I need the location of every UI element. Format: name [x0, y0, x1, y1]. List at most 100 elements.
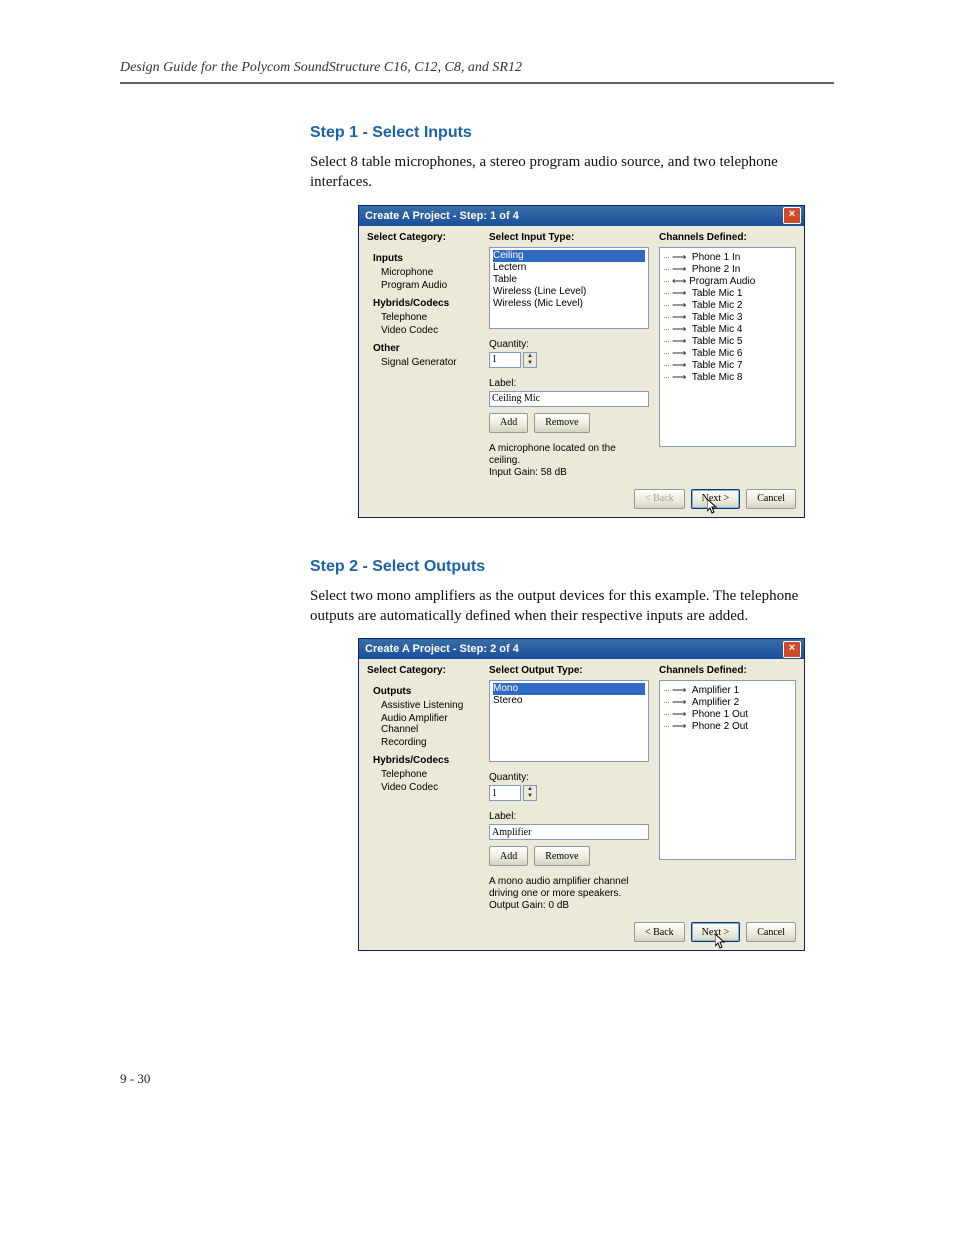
channel-item[interactable]: ⟶ Table Mic 1: [664, 288, 791, 300]
section-heading-step1: Step 1 - Select Inputs: [310, 124, 954, 142]
type-option-ceiling[interactable]: Ceiling: [493, 250, 645, 262]
category-item-telephone[interactable]: Telephone: [381, 769, 479, 780]
category-item-video-codec[interactable]: Video Codec: [381, 782, 479, 793]
back-button[interactable]: < Back: [634, 922, 685, 942]
add-button[interactable]: Add: [489, 846, 528, 866]
label-input[interactable]: [489, 391, 649, 407]
wizard-dialog-step2: Create A Project - Step: 2 of 4 × Select…: [358, 638, 805, 951]
channel-item[interactable]: ⟶ Phone 2 Out: [664, 721, 791, 733]
channel-item[interactable]: ⟶ Amplifier 1: [664, 685, 791, 697]
category-group-inputs: Inputs: [373, 253, 479, 264]
channel-item[interactable]: ⟶ Table Mic 5: [664, 336, 791, 348]
arrow-out-icon: ⟶: [672, 697, 692, 708]
label-label: Label:: [489, 811, 649, 822]
quantity-input[interactable]: [489, 352, 521, 368]
cancel-button[interactable]: Cancel: [746, 489, 796, 509]
type-option-wireless-line[interactable]: Wireless (Line Level): [493, 286, 645, 298]
arrow-out-icon: ⟶: [672, 709, 692, 720]
input-type-list[interactable]: Ceiling Lectern Table Wireless (Line Lev…: [489, 247, 649, 329]
category-item-program-audio[interactable]: Program Audio: [381, 280, 479, 291]
next-button[interactable]: Next >: [691, 922, 741, 942]
cancel-button[interactable]: Cancel: [746, 922, 796, 942]
titlebar[interactable]: Create A Project - Step: 2 of 4 ×: [359, 639, 804, 659]
quantity-stepper[interactable]: ▲▼: [523, 785, 537, 801]
wizard-dialog-step1: Create A Project - Step: 1 of 4 × Select…: [358, 205, 805, 518]
arrow-out-icon: ⟶: [672, 721, 692, 732]
category-item-amp-channel[interactable]: Audio Amplifier Channel: [381, 713, 479, 735]
titlebar[interactable]: Create A Project - Step: 1 of 4 ×: [359, 206, 804, 226]
chevron-down-icon[interactable]: ▼: [524, 360, 536, 367]
quantity-stepper[interactable]: ▲▼: [523, 352, 537, 368]
type-option-lectern[interactable]: Lectern: [493, 262, 645, 274]
quantity-input[interactable]: [489, 785, 521, 801]
input-type-header: Select Input Type:: [489, 232, 649, 243]
channel-item[interactable]: ⟶ Amplifier 2: [664, 697, 791, 709]
category-header: Select Category:: [367, 665, 479, 676]
window-title: Create A Project - Step: 2 of 4: [365, 643, 519, 655]
category-group-hybrids: Hybrids/Codecs: [373, 298, 479, 309]
type-option-mono[interactable]: Mono: [493, 683, 645, 695]
arrow-in-icon: ⟶: [672, 336, 692, 347]
channel-item[interactable]: ⟶ Table Mic 2: [664, 300, 791, 312]
description-line1: A mono audio amplifier channel driving o…: [489, 876, 649, 900]
close-icon[interactable]: ×: [783, 207, 801, 224]
arrow-in-icon: ⟶: [672, 300, 692, 311]
category-group-outputs: Outputs: [373, 686, 479, 697]
add-button[interactable]: Add: [489, 413, 528, 433]
remove-button[interactable]: Remove: [534, 413, 589, 433]
quantity-label: Quantity:: [489, 339, 649, 350]
remove-button[interactable]: Remove: [534, 846, 589, 866]
window-title: Create A Project - Step: 1 of 4: [365, 210, 519, 222]
chevron-up-icon[interactable]: ▲: [524, 353, 536, 360]
arrow-bidir-icon: ⟷: [672, 276, 689, 287]
category-item-recording[interactable]: Recording: [381, 737, 479, 748]
type-option-stereo[interactable]: Stereo: [493, 695, 645, 707]
channel-item[interactable]: ⟶ Table Mic 8: [664, 372, 791, 384]
category-item-signal-generator[interactable]: Signal Generator: [381, 357, 479, 368]
chevron-up-icon[interactable]: ▲: [524, 786, 536, 793]
channel-item[interactable]: ⟶ Table Mic 4: [664, 324, 791, 336]
channel-item[interactable]: ⟶ Table Mic 6: [664, 348, 791, 360]
arrow-in-icon: ⟶: [672, 252, 692, 263]
type-option-table[interactable]: Table: [493, 274, 645, 286]
channels-list[interactable]: ⟶ Amplifier 1 ⟶ Amplifier 2 ⟶ Phone 1 Ou…: [659, 680, 796, 860]
chevron-down-icon[interactable]: ▼: [524, 793, 536, 800]
channel-item[interactable]: ⟶ Table Mic 7: [664, 360, 791, 372]
arrow-in-icon: ⟶: [672, 312, 692, 323]
category-item-microphone[interactable]: Microphone: [381, 267, 479, 278]
arrow-in-icon: ⟶: [672, 348, 692, 359]
channel-item[interactable]: ⟶ Phone 1 Out: [664, 709, 791, 721]
label-input[interactable]: [489, 824, 649, 840]
arrow-in-icon: ⟶: [672, 372, 692, 383]
next-button[interactable]: Next >: [691, 489, 741, 509]
category-item-telephone[interactable]: Telephone: [381, 312, 479, 323]
running-header: Design Guide for the Polycom SoundStruct…: [120, 60, 954, 76]
header-rule: [120, 82, 834, 84]
type-option-wireless-mic[interactable]: Wireless (Mic Level): [493, 298, 645, 310]
body-paragraph-step2: Select two mono amplifiers as the output…: [310, 586, 834, 627]
quantity-label: Quantity:: [489, 772, 649, 783]
description-line2: Input Gain: 58 dB: [489, 467, 649, 479]
channel-item[interactable]: ⟶ Table Mic 3: [664, 312, 791, 324]
channels-list[interactable]: ⟶ Phone 1 In ⟶ Phone 2 In ⟷ Program Audi…: [659, 247, 796, 447]
channels-header: Channels Defined:: [659, 665, 796, 676]
arrow-out-icon: ⟶: [672, 685, 692, 696]
channel-item[interactable]: ⟷ Program Audio: [664, 276, 791, 288]
category-group-other: Other: [373, 343, 479, 354]
category-item-video-codec[interactable]: Video Codec: [381, 325, 479, 336]
arrow-in-icon: ⟶: [672, 288, 692, 299]
output-type-list[interactable]: Mono Stereo: [489, 680, 649, 762]
close-icon[interactable]: ×: [783, 641, 801, 658]
label-label: Label:: [489, 378, 649, 389]
category-header: Select Category:: [367, 232, 479, 243]
arrow-in-icon: ⟶: [672, 264, 692, 275]
output-type-header: Select Output Type:: [489, 665, 649, 676]
description-line2: Output Gain: 0 dB: [489, 900, 649, 912]
back-button: < Back: [634, 489, 685, 509]
channel-item[interactable]: ⟶ Phone 2 In: [664, 264, 791, 276]
channel-item[interactable]: ⟶ Phone 1 In: [664, 252, 791, 264]
category-item-assistive[interactable]: Assistive Listening: [381, 700, 479, 711]
arrow-in-icon: ⟶: [672, 324, 692, 335]
channels-header: Channels Defined:: [659, 232, 796, 243]
description-line1: A microphone located on the ceiling.: [489, 443, 649, 467]
